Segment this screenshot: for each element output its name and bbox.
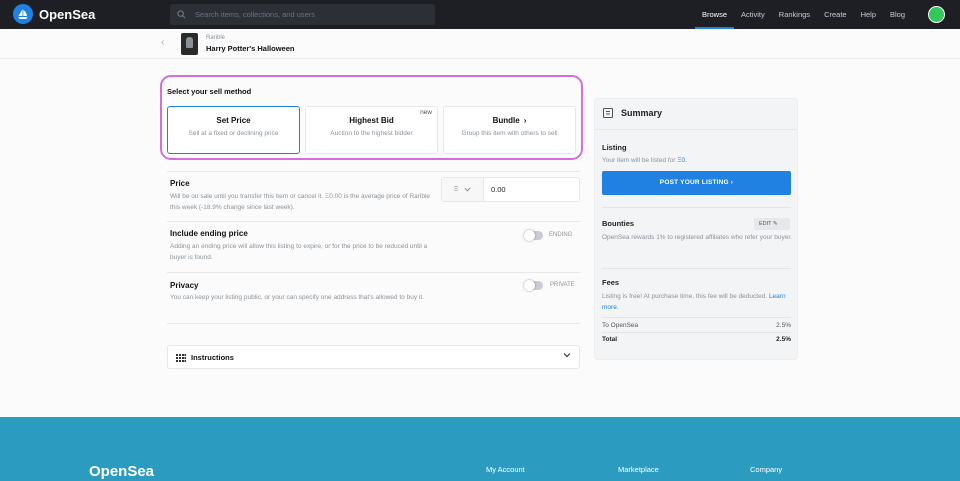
list-icon xyxy=(603,108,613,118)
divider xyxy=(167,171,580,172)
footer-brand: OpenSea xyxy=(89,463,155,480)
divider xyxy=(167,323,580,324)
bounties-title: Bounties xyxy=(602,219,635,228)
edit-bounties-button[interactable]: EDIT ✎ xyxy=(754,218,790,230)
privacy-title: Privacy xyxy=(170,281,199,290)
nav-create[interactable]: Create xyxy=(817,0,854,29)
divider xyxy=(602,207,791,208)
listing-text-prefix: Your item will be listed for xyxy=(602,157,676,164)
search-input[interactable]: Search items, collections, and users xyxy=(170,4,435,25)
ending-toggle-label: ENDING xyxy=(549,232,573,238)
grid-icon xyxy=(176,354,186,362)
divider xyxy=(602,317,791,318)
pencil-icon: ✎ xyxy=(772,221,778,227)
price-input[interactable]: 0.00 xyxy=(491,185,506,194)
option-desc: Sell at a fixed or declining price xyxy=(188,130,279,137)
instructions-panel[interactable]: Instructions xyxy=(167,345,580,369)
nav-blog[interactable]: Blog xyxy=(883,0,912,29)
ending-price-title: Include ending price xyxy=(170,229,248,238)
fees-text-body: Listing is free! At purchase time, this … xyxy=(602,293,768,300)
summary-panel: Summary Listing Your item will be listed… xyxy=(594,98,798,360)
divider xyxy=(602,332,791,333)
top-navbar: OpenSea Search items, collections, and u… xyxy=(0,0,960,29)
new-badge: new xyxy=(420,109,432,116)
option-desc: Auction to the highest bidder xyxy=(330,130,413,137)
collection-name[interactable]: Rarible xyxy=(206,35,225,41)
listing-text: Your item will be listed for Ξ0. xyxy=(602,155,792,166)
back-arrow-icon[interactable]: ‹ xyxy=(161,37,164,48)
listing-title: Listing xyxy=(602,143,627,152)
divider xyxy=(167,221,580,222)
edit-label: EDIT xyxy=(759,221,772,227)
post-listing-button[interactable]: POST YOUR LISTING › xyxy=(602,171,791,195)
listing-amount: Ξ0 xyxy=(677,157,686,164)
summary-title: Summary xyxy=(621,108,663,118)
fee-label: To OpenSea xyxy=(602,322,639,329)
footer-marketplace[interactable]: Marketplace xyxy=(618,465,659,474)
nav-browse[interactable]: Browse xyxy=(695,0,735,29)
chevron-right-icon: › xyxy=(523,116,527,125)
item-header: ‹ Rarible Harry Potter's Halloween xyxy=(0,29,960,59)
token-select[interactable]: Ξ xyxy=(442,178,484,201)
fees-title: Fees xyxy=(602,278,620,287)
chevron-down-icon xyxy=(563,353,571,358)
price-title: Price xyxy=(170,179,190,188)
summary-header: Summary xyxy=(595,99,797,130)
fee-value: 2.5% xyxy=(776,336,791,343)
nav-rankings[interactable]: Rankings xyxy=(772,0,817,29)
privacy-toggle-label: PRIVATE xyxy=(550,282,575,288)
brand-name: OpenSea xyxy=(39,6,96,22)
brand-link[interactable]: OpenSea xyxy=(13,4,95,24)
instructions-label: Instructions xyxy=(191,353,234,362)
avatar[interactable] xyxy=(928,6,945,23)
option-label: Set Price xyxy=(216,116,251,125)
chevron-down-icon xyxy=(464,187,471,192)
nav-activity[interactable]: Activity xyxy=(734,0,772,29)
option-desc: Group this item with others to sell xyxy=(461,130,558,137)
option-set-price[interactable]: Set Price Sell at a fixed or declining p… xyxy=(167,106,300,154)
fee-label: Total xyxy=(602,336,618,343)
option-label: Bundle xyxy=(492,116,520,125)
fee-value: 2.5% xyxy=(776,322,791,329)
privacy-toggle[interactable] xyxy=(524,280,543,291)
search-placeholder: Search items, collections, and users xyxy=(195,10,316,19)
bounties-text: OpenSea rewards 1% to registered affilia… xyxy=(602,234,792,241)
opensea-logo-icon xyxy=(13,4,33,24)
ending-toggle[interactable] xyxy=(524,230,543,241)
divider xyxy=(602,268,791,269)
nav-links: Browse Activity Rankings Create Help Blo… xyxy=(695,0,912,29)
eth-icon: Ξ xyxy=(453,186,459,193)
fee-row-total: Total 2.5% xyxy=(602,336,791,343)
footer-company[interactable]: Company xyxy=(750,465,782,474)
fee-row-opensea: To OpenSea 2.5% xyxy=(602,322,791,329)
option-highest-bid[interactable]: new Highest Bid Auction to the highest b… xyxy=(305,106,438,154)
footer: OpenSea My Account Marketplace Company xyxy=(0,417,960,481)
fees-text: Listing is free! At purchase time, this … xyxy=(602,291,792,313)
divider xyxy=(167,272,580,273)
price-field: Ξ 0.00 xyxy=(441,177,580,202)
nav-help[interactable]: Help xyxy=(854,0,883,29)
item-name[interactable]: Harry Potter's Halloween xyxy=(206,44,294,53)
footer-my-account[interactable]: My Account xyxy=(486,465,525,474)
privacy-description: You can keep your listing public, or you… xyxy=(170,294,424,301)
option-label: Highest Bid xyxy=(349,116,394,125)
option-label-row: Bundle › xyxy=(444,116,575,125)
option-bundle[interactable]: Bundle › Group this item with others to s… xyxy=(443,106,576,154)
sell-method-title: Select your sell method xyxy=(167,87,252,96)
ending-price-description: Adding an ending price will allow this l… xyxy=(170,243,428,261)
price-description: Will be on sale until you transfer this … xyxy=(170,193,431,211)
search-icon xyxy=(177,10,186,19)
item-thumbnail xyxy=(181,33,198,55)
listing-text-end: . xyxy=(685,157,687,164)
